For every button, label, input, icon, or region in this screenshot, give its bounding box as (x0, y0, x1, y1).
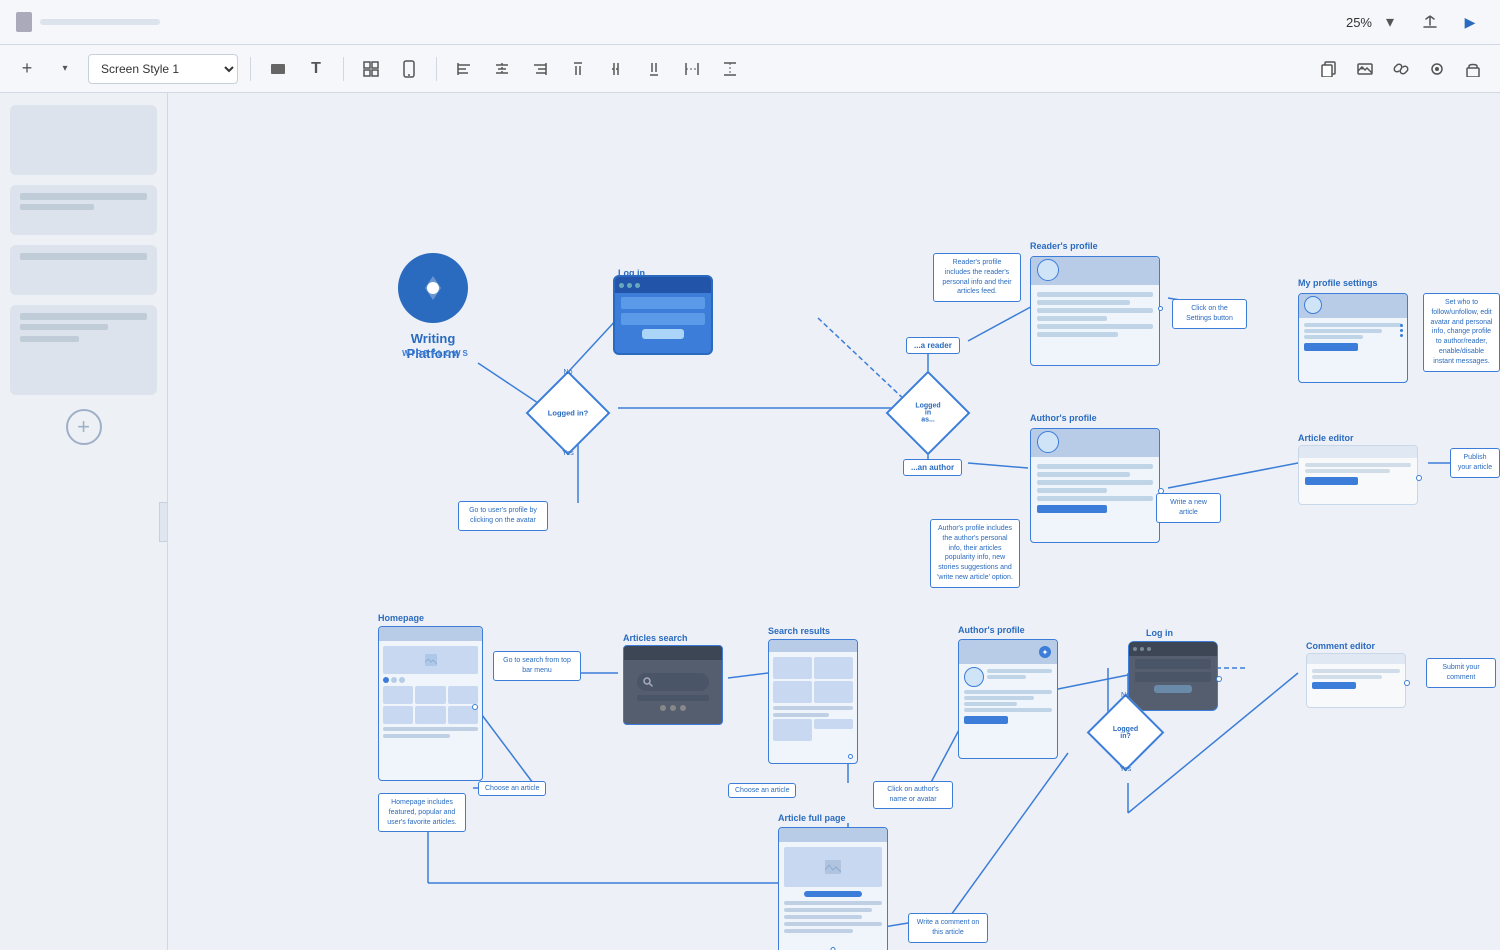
sidebar-card-4[interactable] (10, 305, 157, 395)
no-label-1: No (564, 369, 573, 376)
login2-dot (1216, 676, 1222, 682)
mobile-tool[interactable] (394, 54, 424, 84)
top-bar-right: 25% ▾ ▶ (1346, 8, 1484, 36)
grid-tool[interactable] (356, 54, 386, 84)
comment-editor-title: Comment editor (1306, 641, 1375, 651)
image-tool[interactable] (1350, 54, 1380, 84)
write-comment-note: Write a comment on this article (908, 913, 988, 943)
comment-editor-dot (1404, 680, 1410, 686)
goto-profile-note: Go to user's profile by clicking on the … (458, 501, 548, 531)
sidebar-card-2[interactable] (10, 185, 157, 235)
articles-search-title: Articles search (623, 633, 688, 643)
progress-bar (40, 19, 160, 25)
rect-tool[interactable] (263, 54, 293, 84)
align-right[interactable] (525, 54, 555, 84)
choose-article2-note: Choose an article (728, 783, 796, 798)
sidebar-card-1[interactable] (10, 105, 157, 175)
zoom-chevron[interactable]: ▾ (1376, 8, 1404, 36)
authors-profile2-title: Author's profile (958, 625, 1025, 635)
sidebar: + ◂ (0, 93, 168, 950)
dist-horizontal[interactable] (677, 54, 707, 84)
file-icon (16, 12, 32, 32)
my-profile-screen[interactable] (1298, 293, 1408, 383)
copy-tool[interactable] (1314, 54, 1344, 84)
align-middle-v[interactable] (601, 54, 631, 84)
toolbar: + ▾ Screen Style 1 Screen Style 2 Screen… (0, 45, 1500, 93)
search-results-screen[interactable] (768, 639, 858, 764)
authors-profile2-screen[interactable]: ✦ (958, 639, 1058, 759)
logged-in-label: Logged in? (548, 409, 588, 418)
my-profile-title: My profile settings (1298, 278, 1378, 288)
authors-profile-title: Author's profile (1030, 413, 1097, 423)
reader-profile-dots (1158, 306, 1163, 311)
zoom-value: 25% (1346, 15, 1372, 30)
homepage-note: Homepage includes featured, popular and … (378, 793, 466, 832)
align-left[interactable] (449, 54, 479, 84)
readers-profile-note: Reader's profile includes the reader's p… (933, 253, 1021, 302)
click-settings-note: Click on the Settings button (1172, 299, 1247, 329)
comment-editor-screen[interactable] (1306, 653, 1406, 708)
style-select[interactable]: Screen Style 1 Screen Style 2 Screen Sty… (88, 54, 238, 84)
homepage-title: Homepage (378, 613, 424, 623)
article-editor-dot (1416, 475, 1422, 481)
add-chevron[interactable]: ▾ (50, 54, 80, 84)
submit-comment-note: Submit your comment (1426, 658, 1496, 688)
article-fullpage-screen[interactable] (778, 827, 888, 950)
logo-subtitle: WIREFLOWS (381, 349, 491, 358)
click-author-note: Click on author's name or avatar (873, 781, 953, 809)
login-screen[interactable] (613, 275, 713, 355)
zoom-control: 25% ▾ (1346, 8, 1404, 36)
logged-in-as-label: Logged inas... (913, 403, 943, 424)
search-results-title: Search results (768, 626, 830, 636)
choose-article-note: Choose an article (478, 781, 546, 796)
play-button[interactable]: ▶ (1456, 8, 1484, 36)
article-editor-title: Article editor (1298, 433, 1354, 443)
readers-profile-title: Reader's profile (1030, 241, 1098, 251)
publish-note: Publish your article (1450, 448, 1500, 478)
align-top[interactable] (563, 54, 593, 84)
article-fullpage-title: Article full page (778, 813, 846, 823)
text-tool[interactable]: T (301, 54, 331, 84)
no-label-3: No (1121, 692, 1130, 699)
divider-1 (250, 57, 251, 81)
divider-3 (436, 57, 437, 81)
yes-label-1: Yes (562, 450, 573, 457)
authors-profile-screen[interactable] (1030, 428, 1160, 543)
divider-2 (343, 57, 344, 81)
align-bottom[interactable] (639, 54, 669, 84)
author-label: ...an author (903, 459, 962, 476)
logo-circle (398, 253, 468, 323)
reader-label: ...a reader (906, 337, 960, 354)
align-center-h[interactable] (487, 54, 517, 84)
top-bar: 25% ▾ ▶ (0, 0, 1500, 45)
preview-tool[interactable] (1422, 54, 1452, 84)
dist-vertical[interactable] (715, 54, 745, 84)
add-button[interactable]: + (12, 54, 42, 84)
logged-in-as-diamond-container: Logged inas... (898, 383, 958, 443)
sidebar-card-3[interactable] (10, 245, 157, 295)
readers-profile-screen[interactable] (1030, 256, 1160, 366)
articles-search-screen[interactable] (623, 645, 723, 725)
login2-title: Log in (1146, 628, 1173, 638)
yes-label-3: Yes (1120, 766, 1131, 773)
logged-in3-diamond-container: Logged in? No Yes (1098, 705, 1153, 760)
logged-in-diamond-container: Logged in? No Yes (538, 383, 598, 443)
link-tool[interactable] (1386, 54, 1416, 84)
sidebar-collapse[interactable]: ◂ (159, 502, 168, 542)
main-area: + ◂ (0, 93, 1500, 950)
login2-screen[interactable] (1128, 641, 1218, 711)
write-article-note: Write a new article (1156, 493, 1221, 523)
logo-pen-icon (413, 268, 453, 308)
toolbar-right (1314, 54, 1488, 84)
authors-profile-note: Author's profile includes the author's p… (930, 519, 1020, 588)
logged-in3-label: Logged in? (1112, 726, 1140, 740)
goto-search-note: Go to search from top bar menu (493, 651, 581, 681)
my-profile-note: Set who to follow/unfollow, edit avatar … (1423, 293, 1500, 372)
homepage-screen[interactable] (378, 626, 483, 781)
article-editor-screen[interactable] (1298, 445, 1418, 505)
canvas[interactable]: Writing Platform WIREFLOWS Log in Logged… (168, 93, 1500, 950)
upload-button[interactable] (1416, 8, 1444, 36)
add-page-button[interactable]: + (66, 409, 102, 445)
lock-tool[interactable] (1458, 54, 1488, 84)
